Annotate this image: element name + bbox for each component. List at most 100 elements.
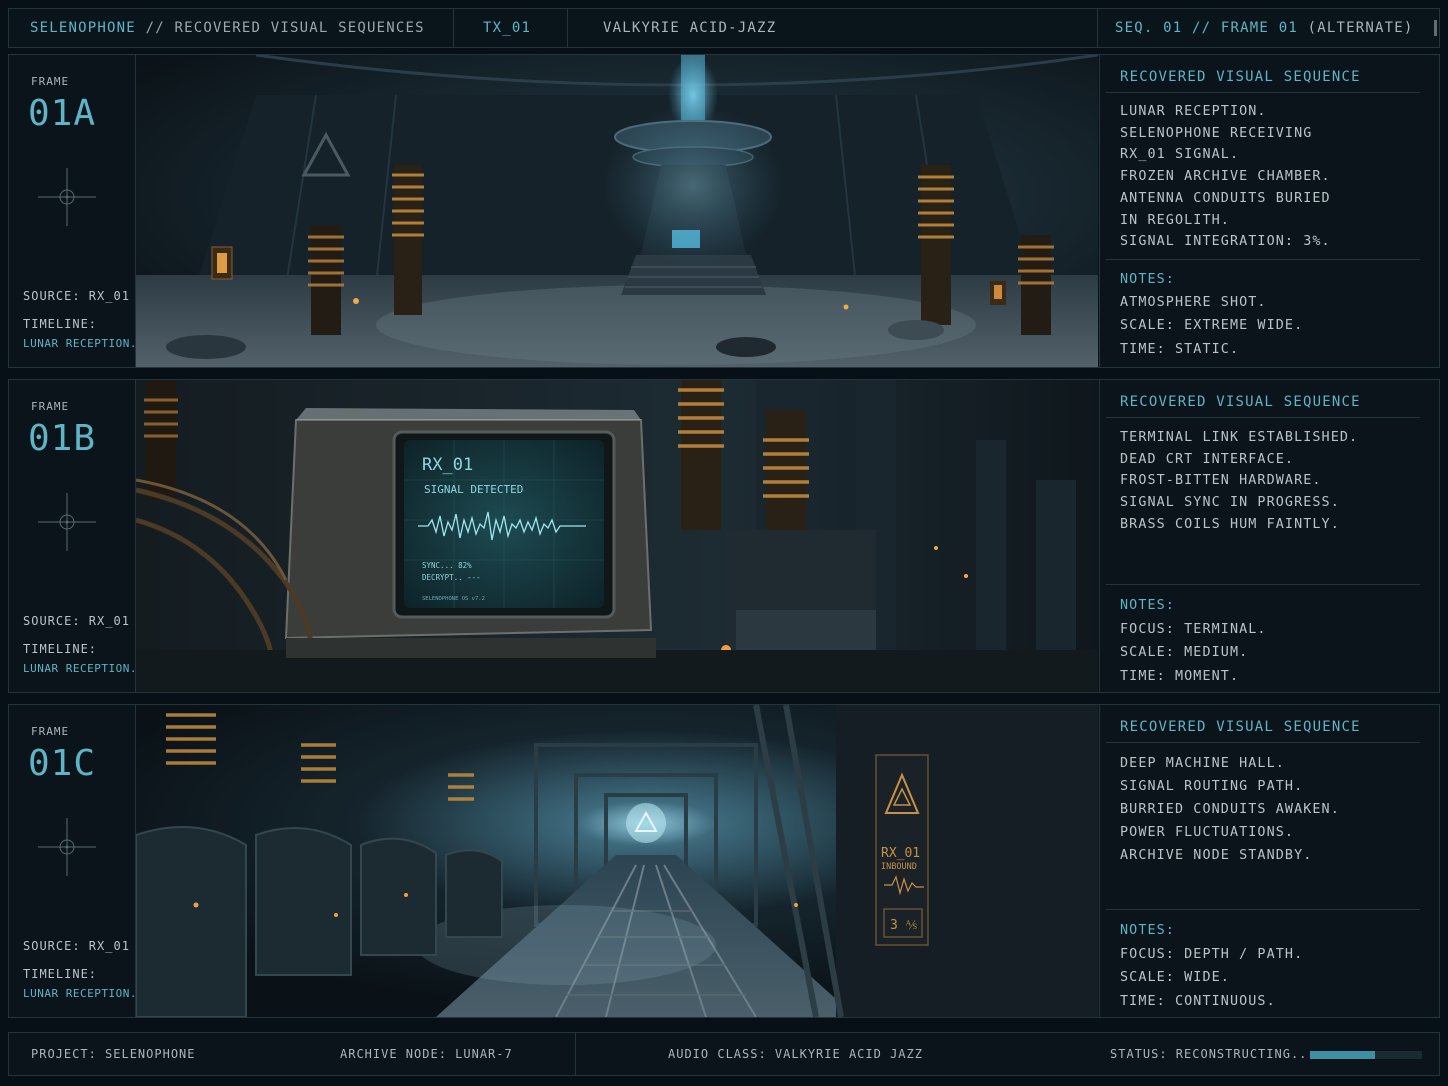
crosshair-icon <box>38 168 96 226</box>
description-list: DEEP MACHINE HALL. SIGNAL ROUTING PATH. … <box>1120 752 1340 867</box>
screen-decrypt: DECRYPT.. --- <box>422 573 481 582</box>
section-title: RECOVERED VISUAL SEQUENCE <box>1120 69 1361 85</box>
screen-subtitle: SIGNAL DETECTED <box>424 483 523 496</box>
divider <box>1106 909 1420 910</box>
frame-details: RECOVERED VISUAL SEQUENCE LUNAR RECEPTIO… <box>1099 55 1440 367</box>
tx-id: TX_01 <box>483 20 532 36</box>
footer-divider <box>575 1033 576 1075</box>
note-line: SCALE: EXTREME WIDE. <box>1120 318 1304 334</box>
timeline-label: TIMELINE: <box>23 642 98 656</box>
note-line: FOCUS: DEPTH / PATH. <box>1120 947 1304 962</box>
sequence-indicator: SEQ. 01 // FRAME 01 (ALTERNATE) <box>1115 9 1414 47</box>
frame-details: RECOVERED VISUAL SEQUENCE TERMINAL LINK … <box>1099 380 1440 692</box>
frame-image-archive-chamber[interactable] <box>136 55 1098 367</box>
timeline-value: LUNAR RECEPTION. <box>23 987 137 1000</box>
notes-title: NOTES: <box>1120 923 1175 938</box>
project-name: SELENOPHONE <box>30 20 136 36</box>
description-line: SELENOPHONE RECEIVING <box>1120 125 1313 141</box>
notes-list: FOCUS: DEPTH / PATH. SCALE: WIDE. TIME: … <box>1120 943 1303 1013</box>
crosshair-icon <box>38 493 96 551</box>
frame-row-01a: FRAME 01A SOURCE: RX_01 TIMELINE: LUNAR … <box>8 54 1440 368</box>
frame-id: 01B <box>28 418 97 459</box>
divider <box>1106 742 1420 743</box>
screen-os: SELENOPHONE OS v7.2 <box>422 596 485 602</box>
frame-label: FRAME <box>31 75 70 88</box>
description-list: LUNAR RECEPTION. SELENOPHONE RECEIVING R… <box>1120 101 1331 253</box>
source-label: SOURCE: RX_01 <box>23 939 130 953</box>
source-label: SOURCE: RX_01 <box>23 614 130 628</box>
frame-details: RECOVERED VISUAL SEQUENCE DEEP MACHINE H… <box>1099 705 1440 1017</box>
notes-list: ATMOSPHERE SHOT. SCALE: EXTREME WIDE. TI… <box>1120 291 1303 361</box>
description-line: RX_01 SIGNAL. <box>1120 147 1240 163</box>
description-line: FROZEN ARCHIVE CHAMBER. <box>1120 169 1331 185</box>
track-name: VALKYRIE ACID-JAZZ <box>603 20 777 36</box>
description-line: SIGNAL SYNC IN PROGRESS. <box>1120 495 1340 511</box>
note-line: TIME: MOMENT. <box>1120 668 1240 684</box>
description-line: FROST-BITTEN HARDWARE. <box>1120 473 1322 489</box>
description-list: TERMINAL LINK ESTABLISHED. DEAD CRT INTE… <box>1120 427 1358 536</box>
note-line: TIME: CONTINUOUS. <box>1120 993 1276 1009</box>
section-title: RECOVERED VISUAL SEQUENCE <box>1120 719 1361 735</box>
screen-title: RX_01 <box>422 455 473 475</box>
note-line: ATMOSPHERE SHOT. <box>1120 295 1267 310</box>
header-divider <box>1097 9 1098 47</box>
description-line: ANTENNA CONDUITS BURIED <box>1120 190 1331 206</box>
section-title: RECOVERED VISUAL SEQUENCE <box>1120 394 1361 410</box>
frame-meta: FRAME 01B SOURCE: RX_01 TIMELINE: LUNAR … <box>9 380 136 692</box>
progress-fill <box>1310 1051 1375 1059</box>
description-line: DEEP MACHINE HALL. <box>1120 756 1285 771</box>
footer-bar: PROJECT: SELENOPHONE ARCHIVE NODE: LUNAR… <box>8 1032 1440 1076</box>
footer-audio-class: AUDIO CLASS: VALKYRIE ACID JAZZ <box>668 1047 923 1061</box>
panel-code: 3 ⅍ <box>890 918 917 933</box>
description-line: ARCHIVE NODE STANDBY. <box>1120 848 1313 863</box>
source-label: SOURCE: RX_01 <box>23 289 130 303</box>
sequence-label: SEQ. 01 // FRAME 01 <box>1115 20 1298 36</box>
timeline-label: TIMELINE: <box>23 317 98 331</box>
description-line: POWER FLUCTUATIONS. <box>1120 825 1295 840</box>
note-line: FOCUS: TERMINAL. <box>1120 622 1267 637</box>
screen-sync: SYNC... 82% <box>422 561 472 570</box>
notes-title: NOTES: <box>1120 272 1175 287</box>
frame-row-01c: FRAME 01C SOURCE: RX_01 TIMELINE: LUNAR … <box>8 704 1440 1018</box>
note-line: SCALE: WIDE. <box>1120 970 1230 986</box>
app-title: SELENOPHONE // RECOVERED VISUAL SEQUENCE… <box>30 9 425 47</box>
notes-title: NOTES: <box>1120 598 1175 613</box>
frame-image-crt-terminal[interactable]: RX_01 SIGNAL DETECTED SYNC... 82% DECRYP… <box>136 380 1098 692</box>
description-line: SIGNAL INTEGRATION: 3%. <box>1120 234 1331 250</box>
description-line: DEAD CRT INTERFACE. <box>1120 451 1295 467</box>
description-line: LUNAR RECEPTION. <box>1120 104 1267 119</box>
frame-row-01b: FRAME 01B SOURCE: RX_01 TIMELINE: LUNAR … <box>8 379 1440 693</box>
footer-status: STATUS: RECONSTRUCTING... <box>1110 1047 1316 1061</box>
description-line: BURRIED CONDUITS AWAKEN. <box>1120 802 1340 817</box>
header-divider <box>567 9 568 47</box>
header-subtitle: // RECOVERED VISUAL SEQUENCES <box>145 20 425 36</box>
footer-archive-node: ARCHIVE NODE: LUNAR-7 <box>340 1047 513 1061</box>
note-line: TIME: STATIC. <box>1120 341 1240 357</box>
frame-label: FRAME <box>31 725 70 738</box>
panel-status: INBOUND <box>881 862 917 872</box>
frame-image-machine-hall[interactable]: RX_01 INBOUND 3 ⅍ <box>136 705 1098 1017</box>
scroll-marker <box>1434 20 1437 36</box>
notes-list: FOCUS: TERMINAL. SCALE: MEDIUM. TIME: MO… <box>1120 618 1267 688</box>
divider <box>1106 417 1420 418</box>
description-line: TERMINAL LINK ESTABLISHED. <box>1120 430 1359 445</box>
frame-meta: FRAME 01A SOURCE: RX_01 TIMELINE: LUNAR … <box>9 55 136 367</box>
description-line: SIGNAL ROUTING PATH. <box>1120 779 1304 794</box>
frame-label: FRAME <box>31 400 70 413</box>
timeline-value: LUNAR RECEPTION. <box>23 337 137 350</box>
frame-id: 01C <box>28 743 97 784</box>
description-line: BRASS COILS HUM FAINTLY. <box>1120 516 1340 532</box>
divider <box>1106 584 1420 585</box>
panel-label: RX_01 <box>881 846 920 861</box>
reconstruction-progress-bar <box>1310 1051 1422 1059</box>
sequence-suffix: (ALTERNATE) <box>1307 20 1414 36</box>
header-divider <box>453 9 454 47</box>
description-line: IN REGOLITH. <box>1120 212 1230 228</box>
divider <box>1106 259 1420 260</box>
crosshair-icon <box>38 818 96 876</box>
header-bar: SELENOPHONE // RECOVERED VISUAL SEQUENCE… <box>8 8 1440 48</box>
footer-project: PROJECT: SELENOPHONE <box>31 1047 196 1061</box>
timeline-label: TIMELINE: <box>23 967 98 981</box>
frame-meta: FRAME 01C SOURCE: RX_01 TIMELINE: LUNAR … <box>9 705 136 1017</box>
frame-id: 01A <box>28 93 97 134</box>
